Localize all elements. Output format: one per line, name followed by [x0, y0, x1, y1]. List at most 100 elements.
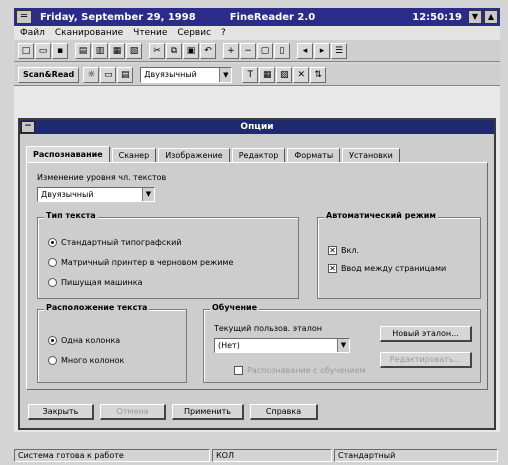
scan-read-button[interactable]: Scan&Read [18, 66, 80, 83]
zoom-out-icon[interactable]: − [240, 42, 256, 59]
edit-pattern-button[interactable]: Редактировать... [380, 352, 472, 368]
checkbox-box: ✕ [328, 264, 337, 273]
text-layout-group: Расположение текста Одна колонка Много к… [37, 303, 187, 383]
status-bar: Система готова к работе КОЛ Стандартный [14, 449, 500, 462]
main-toolbar: □ ▭ ▪ ▤ ▥ ▦ ▧ ✂ ⧉ ▣ ↶ + − ▢ ▯ ◂ ▸ ☰ [14, 40, 500, 62]
save-icon[interactable]: ▪ [52, 42, 68, 59]
read-icon[interactable]: ▥ [92, 42, 108, 59]
text-layout-title: Расположение текста [44, 303, 150, 312]
tab-recognition[interactable]: Распознавание [26, 146, 110, 162]
checkbox-label: Вкл. [341, 246, 359, 255]
export-icon[interactable]: ▧ [126, 42, 142, 59]
training-group: Обучение Текущий пользов. эталон (Нет) ▼… [203, 303, 481, 383]
help-button[interactable]: Справка [250, 404, 318, 420]
menu-read[interactable]: Чтение [133, 28, 167, 38]
app-name: FineReader 2.0 [229, 11, 316, 23]
radio-dot [48, 278, 57, 287]
next-icon[interactable]: ▸ [314, 42, 330, 59]
new-pattern-button[interactable]: Новый эталон... [380, 326, 472, 342]
status-message: Система готова к работе [14, 449, 210, 462]
radio-standard-print[interactable]: Стандартный типографский [48, 238, 181, 247]
text-type-group: Тип текста Стандартный типографский Матр… [37, 211, 299, 299]
checkbox-label: Распознавание с обучением [247, 366, 366, 375]
secondary-toolbar: Scan&Read ☼ ▭ ▤ Двуязычный ▼ T ▦ ▨ ✕ ⇅ [14, 64, 500, 86]
check-icon[interactable]: ▦ [109, 42, 125, 59]
tab-formats[interactable]: Форматы [287, 148, 341, 162]
zoom-in-icon[interactable]: + [223, 42, 239, 59]
delete-zone-icon[interactable]: ✕ [293, 66, 310, 83]
page-icon[interactable]: ▯ [274, 42, 290, 59]
radio-dot [48, 356, 57, 365]
options-tabs: Распознавание Сканер Изображение Редакто… [26, 146, 402, 162]
options-dialog: − Опции Распознавание Сканер Изображение… [18, 118, 496, 430]
picture-zone-icon[interactable]: ▨ [276, 66, 293, 83]
text-language-label: Изменение уровня чл. текстов [37, 173, 167, 182]
radio-dot [48, 258, 57, 267]
table-zone-icon[interactable]: ▦ [259, 66, 276, 83]
apply-button[interactable]: Применить [172, 404, 244, 420]
fit-icon[interactable]: ▢ [257, 42, 273, 59]
options-icon[interactable]: ☰ [331, 42, 347, 59]
new-doc-icon[interactable]: □ [18, 42, 34, 59]
mode-combo[interactable]: Двуязычный ▼ [140, 66, 233, 83]
checkbox-box: ✕ [328, 246, 337, 255]
tab-image[interactable]: Изображение [158, 148, 230, 162]
menu-scan[interactable]: Сканирование [55, 28, 123, 38]
chevron-down-icon[interactable]: ▼ [219, 67, 232, 82]
undo-icon[interactable]: ↶ [200, 42, 216, 59]
mode-combo-value: Двуязычный [144, 70, 197, 79]
cancel-button[interactable]: Отмена [100, 404, 166, 420]
check-training[interactable]: Распознавание с обучением [234, 366, 366, 375]
radio-multi-column[interactable]: Много колонок [48, 356, 124, 365]
clock-text: 12:50:19 [412, 11, 462, 23]
dialog-title: Опции [240, 122, 274, 132]
text-language-combo[interactable]: Двуязычный ▼ [37, 187, 155, 202]
text-language-value: Двуязычный [41, 190, 94, 199]
layout-icon[interactable]: ▤ [117, 66, 134, 83]
system-menu-button[interactable]: ═ [16, 10, 32, 24]
check-between-pages[interactable]: ✕ Ввод между страницами [328, 264, 446, 273]
close-button[interactable]: Закрыть [28, 404, 94, 420]
radio-label: Стандартный типографский [61, 238, 182, 247]
menu-service[interactable]: Сервис [177, 28, 211, 38]
current-pattern-label: Текущий пользов. эталон [214, 324, 322, 333]
tab-settings[interactable]: Установки [342, 148, 400, 162]
scan-icon[interactable]: ▤ [75, 42, 91, 59]
date-text: Friday, September 29, 1998 [40, 11, 196, 23]
chevron-down-icon[interactable]: ▼ [142, 188, 154, 201]
order-icon[interactable]: ⇅ [310, 66, 327, 83]
copy-icon[interactable]: ⧉ [166, 42, 182, 59]
open-icon[interactable]: ▭ [35, 42, 51, 59]
radio-label: Много колонок [61, 356, 125, 365]
dialog-title-bar: − Опции [20, 120, 494, 134]
minimize-button[interactable]: ▼ [468, 10, 482, 24]
training-title: Обучение [210, 303, 260, 312]
current-pattern-combo[interactable]: (Нет) ▼ [214, 338, 350, 353]
prev-icon[interactable]: ◂ [297, 42, 313, 59]
chevron-down-icon[interactable]: ▼ [337, 339, 349, 352]
radio-dot [48, 336, 57, 345]
check-auto-on[interactable]: ✕ Вкл. [328, 246, 359, 255]
menu-file[interactable]: Файл [20, 28, 45, 38]
menu-help[interactable]: ? [221, 28, 226, 38]
radio-dot-matrix[interactable]: Матричный принтер в черновом режиме [48, 258, 233, 267]
auto-mode-group: Автоматический режим ✕ Вкл. ✕ Ввод между… [317, 211, 481, 299]
paste-icon[interactable]: ▣ [183, 42, 199, 59]
status-indicator: КОЛ [212, 449, 332, 462]
tab-scanner[interactable]: Сканер [111, 148, 157, 162]
wizard-icon[interactable]: ☼ [83, 66, 100, 83]
checkbox-box [234, 366, 243, 375]
current-pattern-value: (Нет) [218, 341, 240, 350]
checkbox-label: Ввод между страницами [341, 264, 447, 273]
radio-typewriter[interactable]: Пишущая машинка [48, 278, 142, 287]
menu-bar: Файл Сканирование Чтение Сервис ? [14, 26, 500, 40]
text-zone-icon[interactable]: T [242, 66, 259, 83]
cut-icon[interactable]: ✂ [149, 42, 165, 59]
status-mode: Стандартный [334, 449, 498, 462]
maximize-button[interactable]: ▲ [484, 10, 498, 24]
tab-editor[interactable]: Редактор [231, 148, 286, 162]
text-type-title: Тип текста [44, 211, 98, 220]
radio-one-column[interactable]: Одна колонка [48, 336, 120, 345]
zone-icon[interactable]: ▭ [100, 66, 117, 83]
radio-label: Одна колонка [61, 336, 121, 345]
